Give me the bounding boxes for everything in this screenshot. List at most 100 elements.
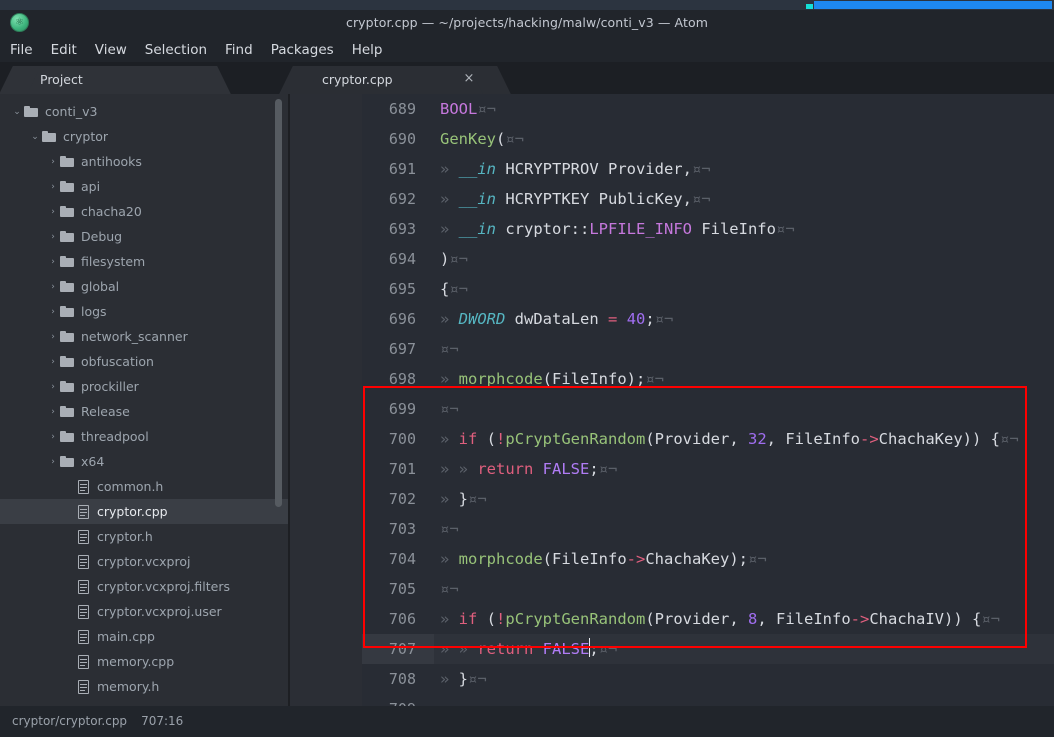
file-icon — [78, 679, 90, 694]
line-number: 704 — [388, 550, 416, 568]
tree-item-cryptor-cpp[interactable]: cryptor.cpp — [0, 499, 290, 524]
tree-item-memory-h[interactable]: memory.h — [0, 674, 290, 699]
code-line-row[interactable]: 700 » if (!pCryptGenRandom(Provider, 32, … — [362, 424, 1054, 454]
menu-item-file[interactable]: File — [10, 38, 33, 62]
chevron-right-icon[interactable]: › — [46, 357, 60, 367]
title-bar: cryptor.cpp — ~/projects/hacking/malw/co… — [0, 10, 1054, 38]
code-line-row[interactable]: 698 » morphcode(FileInfo);¤¬ — [362, 364, 1054, 394]
menu-item-find[interactable]: Find — [225, 38, 253, 62]
code-token: , FileInfo — [757, 610, 851, 628]
code-token: dwDataLen — [505, 310, 608, 328]
code-line-row[interactable]: 692 » __in HCRYPTKEY PublicKey,¤¬ — [362, 184, 1054, 214]
code-line-row[interactable]: 696 » DWORD dwDataLen = 40;¤¬ — [362, 304, 1054, 334]
code-token: morphcode — [458, 370, 543, 388]
chevron-right-icon[interactable]: › — [46, 157, 60, 167]
tree-item-antihooks[interactable]: › antihooks — [0, 149, 290, 174]
menu-item-selection[interactable]: Selection — [145, 38, 207, 62]
menu-item-edit[interactable]: Edit — [51, 38, 77, 62]
tree-item-network-scanner[interactable]: › network_scanner — [0, 324, 290, 349]
chevron-right-icon[interactable]: › — [46, 457, 60, 467]
line-number: 694 — [388, 250, 416, 268]
code-line-row[interactable]: 689 BOOL¤¬ — [362, 94, 1054, 124]
chevron-down-icon[interactable]: ⌄ — [10, 107, 24, 117]
code-line-row[interactable]: 702 » }¤¬ — [362, 484, 1054, 514]
folder-icon — [60, 306, 74, 317]
tree-item-threadpool[interactable]: › threadpool — [0, 424, 290, 449]
menu-item-view[interactable]: View — [95, 38, 127, 62]
chevron-right-icon[interactable]: › — [46, 182, 60, 192]
chevron-right-icon[interactable]: › — [46, 257, 60, 267]
tree-item-cryptor[interactable]: ⌄ cryptor — [0, 124, 290, 149]
status-cursor-position[interactable]: 707:16 — [141, 714, 183, 728]
menu-item-packages[interactable]: Packages — [271, 38, 334, 62]
chevron-right-icon[interactable]: › — [46, 207, 60, 217]
code-token: } — [458, 490, 469, 508]
tree-item-global[interactable]: › global — [0, 274, 290, 299]
code-line-row[interactable]: 707 » » return FALSE;¤¬ — [362, 634, 1054, 664]
tree-item-cryptor-h[interactable]: cryptor.h — [0, 524, 290, 549]
tree-item-filesystem[interactable]: › filesystem — [0, 249, 290, 274]
chevron-right-icon[interactable]: › — [46, 382, 60, 392]
tree-item-common-h[interactable]: common.h — [0, 474, 290, 499]
code-token: ¤¬ — [477, 100, 496, 118]
code-line-row[interactable]: 703 ¤¬ — [362, 514, 1054, 544]
tree-item-cryptor-vcxproj-filters[interactable]: cryptor.vcxproj.filters — [0, 574, 290, 599]
code-token: ¤¬ — [505, 130, 525, 148]
folder-icon — [60, 156, 74, 167]
code-line-row[interactable]: 706 » if (!pCryptGenRandom(Provider, 8, F… — [362, 604, 1054, 634]
tree-item-prockiller[interactable]: › prockiller — [0, 374, 290, 399]
code-editor[interactable]: 689 BOOL¤¬ 690 GenKey(¤¬ 691» __in HCRYPTPRO… — [290, 94, 1054, 706]
tree-item-obfuscation[interactable]: › obfuscation — [0, 349, 290, 374]
code-line-text: » __in HCRYPTKEY PublicKey,¤¬ — [440, 184, 711, 214]
line-number: 689 — [388, 100, 416, 118]
sidebar-scrollbar[interactable] — [275, 99, 282, 507]
code-line-row[interactable]: 705 ¤¬ — [362, 574, 1054, 604]
project-tree-panel[interactable]: ⌄ conti_v3 ⌄ cryptor › antihooks › api › chacha20… — [0, 94, 290, 706]
tree-item-x64[interactable]: › x64 — [0, 449, 290, 474]
line-number: 701 — [388, 460, 416, 478]
tree-item-logs[interactable]: › logs — [0, 299, 290, 324]
chevron-right-icon[interactable]: › — [46, 282, 60, 292]
tree-item-memory-cpp[interactable]: memory.cpp — [0, 649, 290, 674]
chevron-right-icon[interactable]: › — [46, 232, 60, 242]
code-line-row[interactable]: 690 GenKey(¤¬ — [362, 124, 1054, 154]
menu-item-help[interactable]: Help — [352, 38, 383, 62]
tree-item-main-cpp[interactable]: main.cpp — [0, 624, 290, 649]
tree-item-cryptor-vcxproj[interactable]: cryptor.vcxproj — [0, 549, 290, 574]
tab-cryptor-cpp[interactable]: cryptor.cpp × — [300, 66, 490, 94]
tree-item-chacha20[interactable]: › chacha20 — [0, 199, 290, 224]
code-line-row[interactable]: 697 ¤¬ — [362, 334, 1054, 364]
code-token: __in — [458, 220, 496, 238]
chevron-right-icon[interactable]: › — [46, 332, 60, 342]
code-line-row[interactable]: 709 ¤¬ — [362, 694, 1054, 706]
code-line-row[interactable]: 695 {¤¬ — [362, 274, 1054, 304]
tree-item-debug[interactable]: › Debug — [0, 224, 290, 249]
chevron-down-icon[interactable]: ⌄ — [28, 132, 42, 142]
code-line-row[interactable]: 701 » » return FALSE;¤¬ — [362, 454, 1054, 484]
code-token: FALSE — [542, 460, 590, 478]
tree-item-cryptor-vcxproj-user[interactable]: cryptor.vcxproj.user — [0, 599, 290, 624]
line-number: 691 — [388, 160, 416, 178]
code-token: ChachaKey)) { — [878, 430, 1000, 448]
status-file-path[interactable]: cryptor/cryptor.cpp — [12, 714, 127, 728]
tab-project[interactable]: Project — [20, 66, 210, 94]
code-line-row[interactable]: 693 » __in cryptor::LPFILE_INFO FileInfo¤… — [362, 214, 1054, 244]
code-line-row[interactable]: 691 » __in HCRYPTPROV Provider,¤¬ — [362, 154, 1054, 184]
code-line-row[interactable]: 699 ¤¬ — [362, 394, 1054, 424]
code-line-row[interactable]: 694)¤¬ — [362, 244, 1054, 274]
code-token: » — [440, 670, 459, 688]
code-line-text: » __in cryptor::LPFILE_INFO FileInfo¤¬ — [440, 214, 795, 244]
tree-item-conti-v3[interactable]: ⌄ conti_v3 — [0, 99, 290, 124]
code-content[interactable]: 689 BOOL¤¬ 690 GenKey(¤¬ 691» __in HCRYPTPRO… — [362, 94, 1054, 706]
code-line-row[interactable]: 704 » morphcode(FileInfo->ChachaKey);¤¬ — [362, 544, 1054, 574]
close-icon[interactable]: × — [462, 71, 476, 87]
tree-item-label: conti_v3 — [45, 104, 98, 119]
chevron-right-icon[interactable]: › — [46, 407, 60, 417]
tree-item-release[interactable]: › Release — [0, 399, 290, 424]
chevron-right-icon[interactable]: › — [46, 432, 60, 442]
tree-item-api[interactable]: › api — [0, 174, 290, 199]
chevron-right-icon[interactable]: › — [46, 307, 60, 317]
code-line-row[interactable]: 708 » }¤¬ — [362, 664, 1054, 694]
